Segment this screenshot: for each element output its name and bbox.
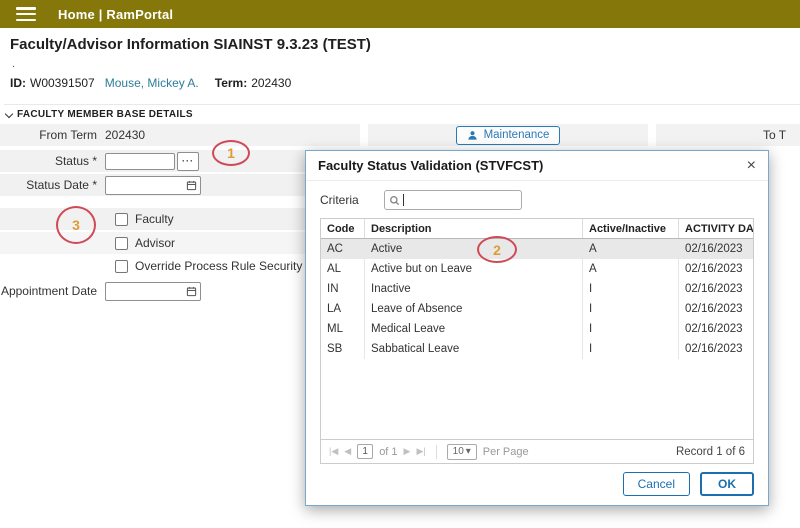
advisor-checkbox[interactable]	[115, 237, 128, 250]
last-page-icon[interactable]: ▶|	[416, 446, 425, 457]
per-page-label: Per Page	[483, 446, 529, 458]
first-page-icon[interactable]: |◀	[329, 446, 338, 457]
calendar-icon[interactable]	[182, 286, 200, 297]
override-label: Override Process Rule Security	[135, 259, 302, 273]
term-label: Term:	[215, 76, 247, 90]
pagination-bar: |◀ ◀ 1 of 1 ▶ ▶| 10 ▾ Per Page Record 1 …	[321, 439, 753, 463]
menu-icon[interactable]	[16, 7, 36, 21]
cancel-button[interactable]: Cancel	[623, 472, 690, 496]
person-icon	[467, 130, 478, 141]
per-page-select[interactable]: 10 ▾	[447, 444, 477, 460]
prev-page-icon[interactable]: ◀	[344, 446, 351, 457]
id-label: ID:	[10, 76, 26, 90]
annotation-circle-1: 1	[212, 140, 250, 166]
appointment-date-input[interactable]	[106, 284, 182, 299]
maintenance-band: Maintenance	[368, 124, 648, 146]
status-label: Status *	[0, 154, 105, 168]
search-icon	[389, 195, 400, 206]
col-description[interactable]: Description	[365, 219, 583, 238]
divider	[436, 445, 437, 459]
screen: Home | RamPortal Faculty/Advisor Informa…	[0, 0, 800, 528]
page-of-label: of 1	[379, 446, 397, 458]
page-title: Faculty/Advisor Information SIAINST 9.3.…	[10, 36, 371, 53]
status-lookup-button[interactable]: ···	[177, 152, 199, 171]
criteria-label: Criteria	[320, 193, 384, 207]
col-code[interactable]: Code	[321, 219, 365, 238]
status-date-label: Status Date *	[0, 178, 105, 192]
maintenance-label: Maintenance	[484, 129, 550, 141]
table-body: AC Active A 02/16/2023 AL Active but on …	[321, 239, 753, 439]
criteria-search-field[interactable]	[384, 190, 522, 210]
annotation-circle-2: 2	[477, 236, 517, 263]
status-table: Code Description Active/Inactive ACTIVIT…	[320, 218, 754, 464]
chevron-down-icon	[5, 109, 13, 117]
table-row[interactable]: IN Inactive I 02/16/2023	[321, 279, 753, 299]
appointment-date-label: Appointment Date	[0, 284, 105, 298]
maintenance-button[interactable]: Maintenance	[456, 126, 561, 145]
status-input[interactable]	[105, 153, 175, 170]
col-activity-date[interactable]: ACTIVITY DATE	[679, 219, 753, 238]
table-row[interactable]: SB Sabbatical Leave I 02/16/2023	[321, 339, 753, 359]
dialog-footer: Cancel OK	[306, 464, 768, 504]
from-term-value: 202430	[105, 128, 145, 142]
calendar-icon[interactable]	[182, 180, 200, 191]
dialog-title: Faculty Status Validation (STVFCST)	[318, 158, 747, 173]
table-row[interactable]: AL Active but on Leave A 02/16/2023	[321, 259, 753, 279]
page-number-box[interactable]: 1	[357, 444, 373, 459]
close-icon[interactable]: ×	[747, 158, 756, 174]
from-term-label: From Term	[0, 128, 105, 142]
table-row[interactable]: ML Medical Leave I 02/16/2023	[321, 319, 753, 339]
table-row[interactable]: LA Leave of Absence I 02/16/2023	[321, 299, 753, 319]
from-term-row: From Term 202430	[0, 124, 360, 146]
record-count: Record 1 of 6	[676, 446, 745, 458]
status-date-field	[105, 176, 201, 195]
override-checkbox[interactable]	[115, 260, 128, 273]
top-bar: Home | RamPortal	[0, 0, 800, 28]
table-row[interactable]: AC Active A 02/16/2023	[321, 239, 753, 259]
faculty-checkbox[interactable]	[115, 213, 128, 226]
portal-brand[interactable]: Home | RamPortal	[58, 7, 173, 22]
section-title: FACULTY MEMBER BASE DETAILS	[17, 109, 193, 120]
annotation-circle-3: 3	[56, 206, 96, 244]
faculty-label: Faculty	[135, 212, 174, 226]
status-date-input[interactable]	[106, 178, 182, 193]
appointment-date-field	[105, 282, 201, 301]
chevron-down-icon: ▾	[466, 446, 471, 457]
advisor-label: Advisor	[135, 236, 175, 250]
to-term-partial-label: To T	[763, 128, 786, 142]
ok-button[interactable]: OK	[700, 472, 754, 496]
person-name-link[interactable]: Mouse, Mickey A.	[105, 76, 199, 90]
term-value: 202430	[251, 76, 291, 90]
section-header[interactable]: FACULTY MEMBER BASE DETAILS	[4, 104, 800, 120]
col-active-inactive[interactable]: Active/Inactive	[583, 219, 679, 238]
id-value: W00391507	[30, 76, 95, 90]
next-page-icon[interactable]: ▶	[404, 446, 411, 457]
dialog-header: Faculty Status Validation (STVFCST) ×	[306, 151, 768, 181]
identity-bar: ID: W00391507 Mouse, Mickey A. Term: 202…	[10, 76, 291, 90]
stray-dot: .	[12, 58, 15, 70]
text-caret	[403, 194, 404, 206]
criteria-row: Criteria	[320, 190, 754, 210]
to-term-band: To T	[656, 124, 800, 146]
faculty-status-validation-dialog: Faculty Status Validation (STVFCST) × Cr…	[305, 150, 769, 506]
table-header: Code Description Active/Inactive ACTIVIT…	[321, 219, 753, 239]
